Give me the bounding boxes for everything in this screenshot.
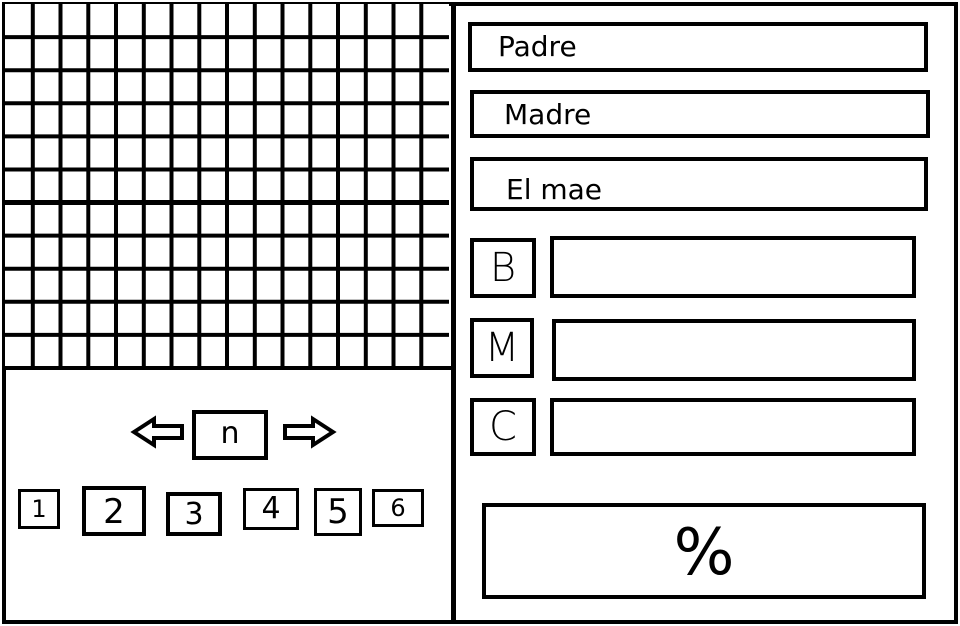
- page-number-2[interactable]: 2: [82, 486, 146, 536]
- pixel-grid[interactable]: [5, 4, 449, 368]
- letter-c-box: C: [470, 398, 536, 456]
- left-arrow-icon: [130, 415, 184, 449]
- mother-label: Madre: [504, 98, 592, 131]
- next-page-button[interactable]: [281, 415, 337, 449]
- mother-field[interactable]: Madre: [470, 90, 930, 138]
- grid-divider: [2, 366, 453, 370]
- page-number-3[interactable]: 3: [166, 492, 222, 536]
- b-value-input[interactable]: [550, 236, 916, 298]
- page-number-1[interactable]: 1: [18, 489, 60, 529]
- pixel-grid-canvas[interactable]: [5, 4, 449, 368]
- pager: n: [0, 405, 453, 465]
- percentage-display: %: [482, 503, 926, 599]
- c-value-input[interactable]: [550, 398, 916, 456]
- subject-label: El mae: [506, 173, 603, 206]
- letter-b-box: B: [470, 238, 536, 298]
- m-value-input[interactable]: [552, 319, 916, 381]
- page-number-4[interactable]: 4: [243, 488, 299, 530]
- prev-page-button[interactable]: [130, 415, 186, 449]
- page-indicator: n: [192, 410, 268, 460]
- percentage-label: %: [673, 516, 735, 590]
- right-arrow-icon: [283, 415, 337, 449]
- letter-m-box: M: [470, 318, 534, 378]
- page-number-6[interactable]: 6: [372, 489, 424, 527]
- subject-field[interactable]: El mae: [470, 157, 928, 211]
- father-label: Padre: [498, 30, 577, 63]
- page-number-5[interactable]: 5: [314, 488, 362, 536]
- father-field[interactable]: Padre: [468, 22, 928, 72]
